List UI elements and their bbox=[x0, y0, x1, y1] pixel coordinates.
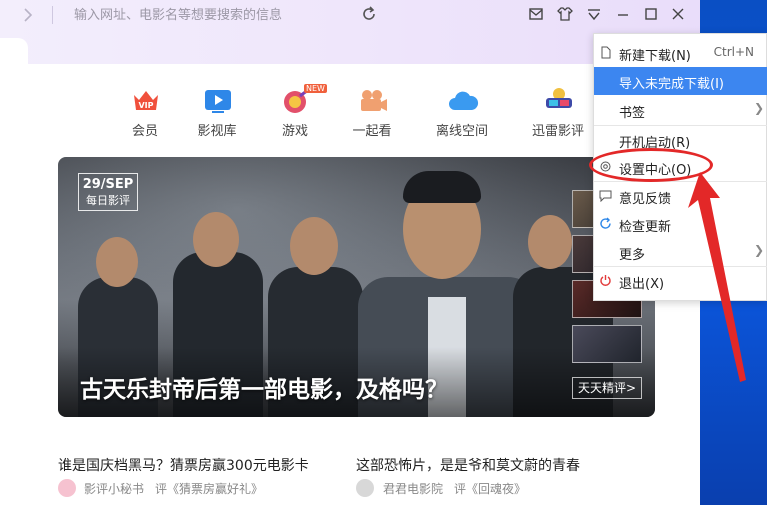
menu-item-label: 检查更新 bbox=[619, 220, 672, 235]
refresh-update-icon bbox=[599, 217, 612, 230]
menu-item-label: 退出(X) bbox=[619, 277, 665, 292]
menu-item-import-unfinished[interactable]: 导入未完成下载(I) bbox=[594, 67, 767, 95]
article-title[interactable]: 这部恐怖片，是是爷和莫文蔚的青春 bbox=[356, 455, 580, 475]
article-review[interactable]: 评《猜票房赢好礼》 bbox=[155, 480, 263, 497]
power-icon bbox=[599, 274, 612, 287]
svg-text:VIP: VIP bbox=[138, 101, 153, 110]
cloud-icon bbox=[447, 86, 479, 116]
close-icon[interactable] bbox=[669, 5, 687, 23]
menu-item-label: 导入未完成下载(I) bbox=[619, 77, 724, 92]
forward-icon[interactable] bbox=[18, 6, 38, 24]
nav-item-offline-space[interactable]: 离线空间 bbox=[427, 86, 497, 142]
nav-label: 离线空间 bbox=[435, 124, 488, 139]
article-author[interactable]: 影评小秘书 bbox=[84, 480, 144, 497]
nav-item-game[interactable]: NEW 游戏 bbox=[260, 84, 330, 142]
nav-label: 迅雷影评 bbox=[531, 124, 584, 139]
nav-label: 游戏 bbox=[281, 124, 308, 139]
thumbnail[interactable] bbox=[572, 325, 642, 363]
new-badge: NEW bbox=[304, 84, 327, 93]
refresh-icon[interactable] bbox=[358, 3, 380, 25]
menu-item-label: 更多 bbox=[619, 248, 646, 263]
video-library-icon bbox=[202, 86, 234, 116]
date-badge: 29/SEP 每日影评 bbox=[78, 173, 138, 211]
menu-shortcut: Ctrl+N bbox=[713, 45, 754, 59]
avatar bbox=[356, 479, 374, 497]
chevron-right-icon: ❯ bbox=[753, 101, 764, 115]
avatar bbox=[58, 479, 76, 497]
feedback-icon bbox=[599, 189, 612, 203]
maximize-icon[interactable] bbox=[642, 5, 660, 23]
date-subtitle: 每日影评 bbox=[86, 194, 130, 207]
3d-glasses-icon bbox=[543, 86, 575, 116]
address-input[interactable] bbox=[74, 5, 374, 25]
annotation-arrow-icon bbox=[688, 172, 746, 382]
menu-item-label: 意见反馈 bbox=[619, 192, 672, 207]
hair bbox=[403, 171, 481, 203]
figure-head bbox=[193, 212, 239, 267]
camera-icon bbox=[357, 86, 389, 116]
article-review[interactable]: 评《回魂夜》 bbox=[454, 480, 526, 497]
menu-item-new-download[interactable]: 新建下载(N) Ctrl+N bbox=[594, 39, 767, 67]
menu-item-bookmarks[interactable]: 书签 ❯ bbox=[594, 96, 767, 124]
figure-head bbox=[528, 215, 572, 269]
nav-item-watch-together[interactable]: 一起看 bbox=[337, 86, 407, 142]
figure-head bbox=[96, 237, 138, 287]
skin-icon[interactable] bbox=[556, 5, 574, 23]
mail-icon[interactable] bbox=[527, 5, 545, 23]
article-author[interactable]: 君君电影院 bbox=[383, 480, 443, 497]
feature-nav: VIP 会员 影视库 NEW 游戏 一起看 离线空间 迅雷影评 bbox=[110, 84, 593, 142]
nav-label: 影视库 bbox=[197, 124, 237, 139]
article-title[interactable]: 谁是国庆档黑马？猜票房赢300元电影卡 bbox=[58, 455, 309, 475]
daily-review-button[interactable]: 天天精评> bbox=[572, 377, 642, 399]
vip-icon: VIP bbox=[130, 86, 162, 116]
figure-head bbox=[290, 217, 338, 275]
nav-item-vip[interactable]: VIP 会员 bbox=[110, 86, 180, 142]
nav-label: 会员 bbox=[131, 124, 158, 139]
menu-dropdown-icon[interactable] bbox=[585, 5, 603, 23]
minimize-icon[interactable] bbox=[614, 5, 632, 23]
date-text: 29/SEP bbox=[82, 177, 134, 192]
menu-item-label: 新建下载(N) bbox=[619, 49, 691, 64]
new-file-icon bbox=[599, 46, 612, 59]
tab-strip bbox=[0, 38, 28, 64]
menu-item-label: 书签 bbox=[619, 106, 646, 121]
address-separator bbox=[52, 6, 53, 24]
nav-item-video-library[interactable]: 影视库 bbox=[182, 86, 252, 142]
hero-title[interactable]: 古天乐封帝后第一部电影，及格吗？ bbox=[80, 370, 448, 404]
nav-item-xunlei-review[interactable]: 迅雷影评 bbox=[523, 86, 593, 142]
nav-label: 一起看 bbox=[352, 124, 392, 139]
